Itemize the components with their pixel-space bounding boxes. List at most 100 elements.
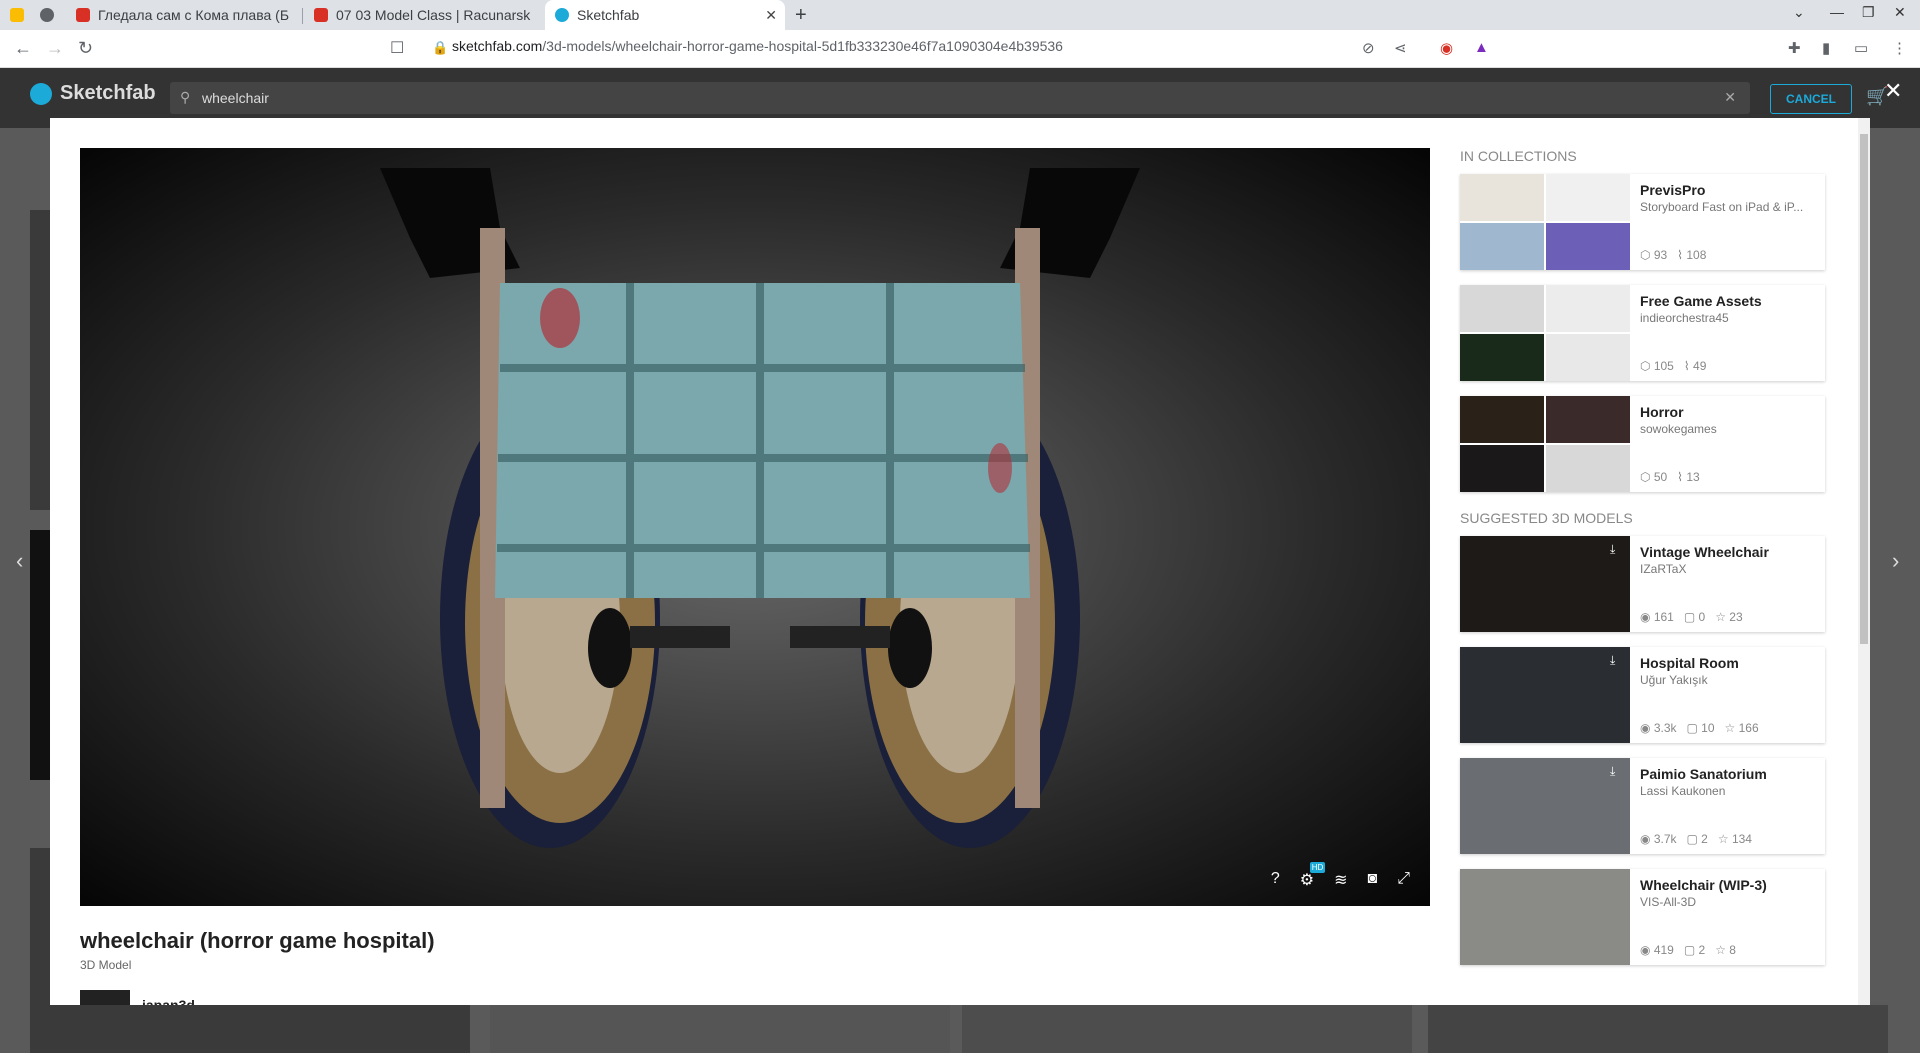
search-value: wheelchair [202, 90, 269, 106]
suggested-model-author: IZaRTaX [1640, 562, 1687, 576]
prev-model-icon[interactable]: ‹ [16, 548, 23, 574]
likes-count: 166 [1738, 721, 1759, 735]
collection-card[interactable]: PrevisPro Storyboard Fast on iPad & iP...… [1460, 174, 1825, 270]
sketchfab-logo[interactable]: Sketchfab [30, 82, 156, 105]
comments-icon: ▢ 0 [1683, 610, 1706, 624]
background-card [962, 1005, 1412, 1053]
views-count: 419 [1653, 943, 1674, 957]
collection-author: sowokegames [1640, 422, 1717, 436]
collection-name: PrevisPro [1640, 182, 1706, 198]
collection-name: Free Game Assets [1640, 293, 1762, 309]
wheelchair-model [380, 168, 1140, 848]
sidebar-icon[interactable]: ▮ [1822, 39, 1830, 57]
models-count: 50 [1653, 470, 1668, 484]
collection-card[interactable]: Horror sowokegames ⬡ 50 ⌇ 13 [1460, 396, 1825, 492]
author-name[interactable]: japan3d [142, 997, 195, 1005]
suggested-model-card[interactable]: ⤓ Paimio Sanatorium Lassi Kaukonen ◉ 3.7k… [1460, 758, 1825, 854]
followers-count: 108 [1686, 248, 1707, 262]
extension-triangle-icon[interactable]: ▲ [1474, 39, 1489, 56]
restore-icon[interactable]: ❐ [1862, 4, 1875, 21]
models-count: 93 [1653, 248, 1668, 262]
window-close-icon[interactable]: ✕ [1894, 4, 1906, 21]
scrollbar-thumb[interactable] [1860, 134, 1868, 644]
globe-icon [40, 8, 54, 22]
tab-youtube-1[interactable]: Гледала сам с Кома плава (Б [72, 0, 297, 30]
settings-icon[interactable]: ⚙ HD [1300, 862, 1326, 890]
models-count: 105 [1653, 359, 1674, 373]
tab-youtube-2[interactable]: 07 03 Model Class | Racunarsk [310, 0, 538, 30]
tab-drive[interactable] [10, 0, 40, 30]
translate-icon[interactable]: ⊘ [1362, 39, 1375, 57]
likes-count: 134 [1731, 832, 1752, 846]
views-icon: ◉ 3.3k [1640, 721, 1677, 735]
models-icon: ⬡ 50 [1640, 470, 1668, 484]
model-stats: ◉ 161 ▢ 0 ☆ 23 [1640, 610, 1743, 624]
share-icon[interactable]: ⋖ [1394, 39, 1407, 57]
fullscreen-icon[interactable]: ⤢ [1397, 870, 1410, 890]
back-icon[interactable]: ← [14, 38, 32, 59]
model-type: 3D Model [80, 958, 132, 972]
collection-author: indieorchestra45 [1640, 311, 1729, 325]
next-model-icon[interactable]: › [1892, 548, 1899, 574]
3d-viewer[interactable]: ? ⚙ HD ≋ ◙ ⤢ [80, 148, 1430, 906]
modal-scrollbar[interactable] [1858, 118, 1870, 1005]
views-icon: ◉ 161 [1640, 610, 1674, 624]
models-icon: ⬡ 105 [1640, 359, 1674, 373]
wallet-icon[interactable]: ▭ [1854, 39, 1868, 57]
suggested-model-card[interactable]: ⤓ Vintage Wheelchair IZaRTaX ◉ 161 ▢ 0 ☆ 23 [1460, 536, 1825, 632]
minimize-icon[interactable]: — [1830, 4, 1844, 20]
suggested-model-author: VIS-All-3D [1640, 895, 1697, 909]
menu-icon[interactable]: ⋮ [1892, 39, 1907, 57]
layers-icon[interactable]: ≋ [1334, 870, 1347, 890]
suggested-model-name: Paimio Sanatorium [1640, 766, 1767, 782]
bookmark-icon[interactable]: ☐ [390, 38, 404, 58]
search-input[interactable]: ⚲ wheelchair ✕ [170, 82, 1750, 114]
close-tab-icon[interactable]: ✕ [765, 7, 777, 24]
download-icon: ⤓ [1610, 764, 1616, 778]
tab-title: 07 03 Model Class | Racunarsk [336, 7, 531, 23]
new-tab-button[interactable]: + [795, 0, 819, 30]
cancel-button[interactable]: CANCEL [1770, 84, 1852, 114]
tab-sketchfab[interactable]: Sketchfab ✕ [545, 0, 785, 30]
suggested-model-card[interactable]: Wheelchair (WIP-3) VIS-All-3D ◉ 419 ▢ 2 ☆ 8 [1460, 869, 1825, 965]
tab-search-icon[interactable]: ⌄ [1793, 4, 1805, 21]
reload-icon[interactable]: ↻ [78, 38, 93, 59]
model-thumbnail [1460, 536, 1630, 632]
collections-heading: IN COLLECTIONS [1460, 148, 1577, 164]
model-stats: ◉ 3.3k ▢ 10 ☆ 166 [1640, 721, 1759, 735]
forward-icon[interactable]: → [46, 38, 64, 59]
extensions-puzzle-icon[interactable]: ✚ [1788, 39, 1801, 57]
background-card [1428, 1005, 1888, 1053]
help-icon[interactable]: ? [1271, 870, 1280, 890]
tab-divider [302, 8, 303, 24]
suggested-model-card[interactable]: ⤓ Hospital Room Uğur Yakışık ◉ 3.3k ▢ 10 ☆ … [1460, 647, 1825, 743]
tab-title: Гледала сам с Кома плава (Б [98, 7, 290, 23]
close-modal-icon[interactable]: ✕ [1884, 78, 1902, 104]
likes-icon: ☆ 23 [1715, 610, 1743, 624]
suggested-model-author: Lassi Kaukonen [1640, 784, 1726, 798]
comments-icon: ▢ 10 [1686, 721, 1715, 735]
address-bar[interactable]: sketchfab.com/3d-models/wheelchair-horro… [452, 38, 1063, 54]
model-stats: ◉ 3.7k ▢ 2 ☆ 134 [1640, 832, 1752, 846]
views-count: 3.3k [1653, 721, 1677, 735]
likes-count: 23 [1729, 610, 1743, 624]
avatar[interactable] [80, 990, 130, 1005]
likes-icon: ☆ 134 [1717, 832, 1752, 846]
likes-count: 8 [1729, 943, 1736, 957]
download-icon: ⤓ [1610, 542, 1616, 556]
views-count: 161 [1653, 610, 1674, 624]
model-title: wheelchair (horror game hospital) [80, 928, 435, 953]
suggested-model-name: Vintage Wheelchair [1640, 544, 1769, 560]
followers-icon: ⌇ 13 [1677, 470, 1700, 484]
collection-author: Storyboard Fast on iPad & iP... [1640, 200, 1804, 214]
followers-count: 49 [1693, 359, 1707, 373]
comments-count: 0 [1698, 610, 1706, 624]
clear-search-icon[interactable]: ✕ [1724, 89, 1736, 106]
extension-badge-icon[interactable]: ◉ [1440, 39, 1453, 57]
browser-toolbar: ← → ↻ ☐ 🔒 sketchfab.com/3d-models/wheelc… [0, 30, 1920, 68]
drive-icon [10, 8, 24, 22]
collection-card[interactable]: Free Game Assets indieorchestra45 ⬡ 105 ⌇ … [1460, 285, 1825, 381]
url-host: sketchfab.com [452, 38, 543, 54]
tab-generic[interactable] [40, 0, 70, 30]
vr-icon[interactable]: ◙ [1368, 870, 1378, 890]
